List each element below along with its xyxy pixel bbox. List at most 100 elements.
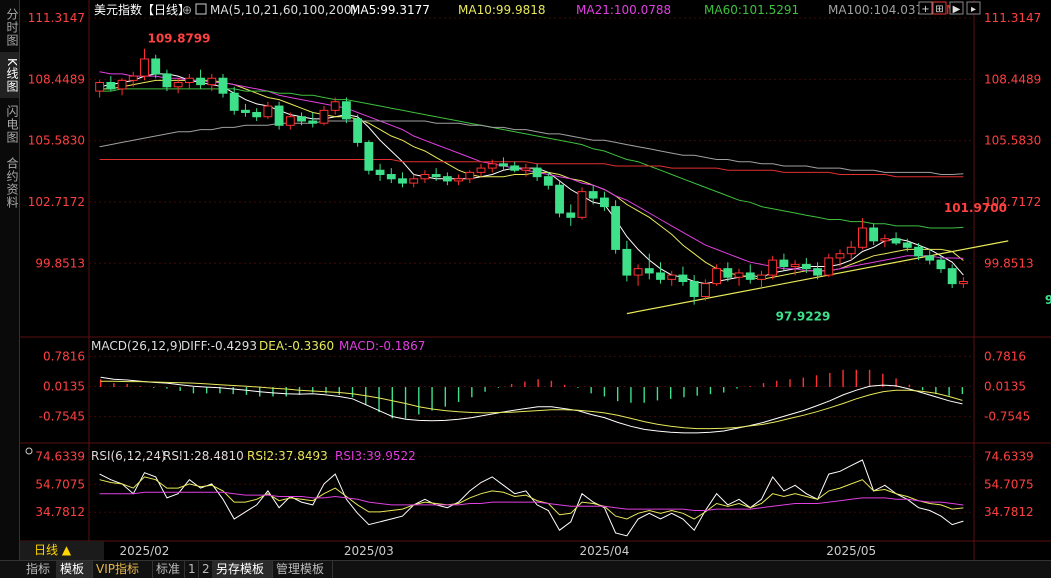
candle-body [95,82,105,92]
rsi-settings-icon [25,447,33,455]
bottom-tab-0[interactable]: 指标 [22,561,57,578]
candle-body [958,281,968,285]
ma-line-ma21 [99,71,964,272]
candle-body [297,116,306,122]
macd-title: MACD(26,12,9) [91,339,182,353]
candle-body [420,174,430,180]
tab-kline-chart[interactable]: K线图 [0,52,19,98]
bottom-tab-1[interactable]: 模板 [56,561,93,578]
y-tick-label-left: 105.5830 [28,134,85,148]
period-selector[interactable]: 日线 ▲ [20,541,104,560]
kline-chart[interactable]: 111.3147 111.3147 108.4489 108.4489 105.5830… [19,0,1051,560]
candle-body [914,246,923,257]
candle-body [241,109,250,113]
candle-body [162,73,172,88]
macd-diff-label: DIFF:-0.4293 [181,339,257,353]
candle-body [510,165,520,171]
candle-body [925,255,935,261]
ma-value-label: MA60:101.5291 [704,3,799,17]
candle-body [700,283,710,297]
price-annotation: 101.9700 [944,201,1007,215]
y-tick-label-right: 99.8513 [984,256,1034,270]
svg-text:+: + [921,4,929,15]
candle-body [790,263,800,268]
candle-body [599,197,609,208]
macd-y-tick-left: 0.0135 [43,380,85,394]
candle-body [622,248,632,276]
ma-parameters-label: MA(5,10,21,60,100,200) [210,3,356,17]
candle-body [454,178,464,182]
candle-body [487,163,497,169]
candle-body [947,268,957,285]
rsi-y-tick-left: 74.6339 [35,449,85,463]
layout-icon[interactable]: ⊞ [932,1,947,15]
candle-body [835,253,845,259]
svg-text:⊞: ⊞ [935,4,943,15]
ma-line-ma10 [99,79,964,280]
candle-body [330,101,340,111]
tab-contract-info[interactable]: 合约资料 [0,152,19,214]
candle-body [712,268,722,285]
tab-tick-chart[interactable]: 分时图 [0,4,19,50]
ma-line-ma100 [99,120,964,175]
tab-flash-chart[interactable]: 闪电图 [0,100,19,148]
bottom-tab-3[interactable]: 标准 [152,561,185,578]
candle-body [274,105,284,126]
candle-body [588,191,598,199]
candle-body [757,274,766,280]
ma-value-label: MA21:100.0788 [576,3,671,17]
next-icon[interactable]: ▸ [966,1,981,15]
candle-body [128,75,138,81]
candle-body [465,171,475,180]
candle-body [824,257,834,276]
candle-body [196,77,205,86]
candle-body [364,141,374,171]
candle-body [353,118,363,143]
candle-body [341,101,351,120]
x-axis-date-label: 2025/05 [826,544,876,558]
candle-body [611,206,621,250]
candle-body [667,274,677,280]
macd-dea-label: DEA:-0.3360 [259,339,334,353]
candle-body [633,268,643,276]
price-annotation: 98.6940 [1045,293,1051,307]
bottom-tab-5[interactable]: 2 [198,561,213,578]
ma-value-label: MA5:99.3177 [350,3,430,17]
rsi-y-tick-left: 54.7075 [35,477,85,491]
candle-body [813,268,822,276]
candle-body [869,227,879,242]
candle-body [140,58,149,77]
candle-body [476,167,486,173]
rsi-line-rsi3 [99,491,964,511]
candle-body [689,281,699,297]
candle-body [263,105,273,118]
candle-body [285,116,295,126]
macd-value-label: MACD:-0.1867 [339,339,425,353]
svg-text:▸: ▸ [971,4,976,15]
candle-body [521,167,531,171]
candle-body [409,178,419,184]
candle-body [442,176,452,182]
left-sidebar: 分时图 K线图 闪电图 合约资料 [0,0,20,560]
y-tick-label-right: 105.5830 [984,134,1041,148]
macd-y-tick-left: -0.7545 [39,410,85,424]
candle-body [880,238,890,242]
expand-icon[interactable]: + [918,1,933,15]
play-icon[interactable]: ▶ [949,1,964,15]
y-tick-label-right: 108.4489 [984,72,1041,86]
y-tick-label-left: 102.7172 [28,195,85,209]
bottom-tab-2[interactable]: VIP指标 [92,561,153,578]
candle-body [386,174,396,180]
x-axis-date-label: 2025/03 [344,544,394,558]
candle-body [577,191,587,218]
y-tick-label-left: 99.8513 [35,256,85,270]
x-axis-date-label: 2025/02 [120,544,170,558]
bottom-tab-4[interactable]: 1 [184,561,199,578]
svg-text:▶: ▶ [953,4,961,15]
candle-body [801,263,811,270]
bottom-tab-6[interactable]: 另存模板 [212,561,273,578]
ma-value-label: MA10:99.9818 [458,3,546,17]
bottom-tab-7[interactable]: 管理模板 [272,561,333,578]
macd-y-tick-right: 0.7816 [984,349,1026,363]
candle-body [768,259,778,276]
